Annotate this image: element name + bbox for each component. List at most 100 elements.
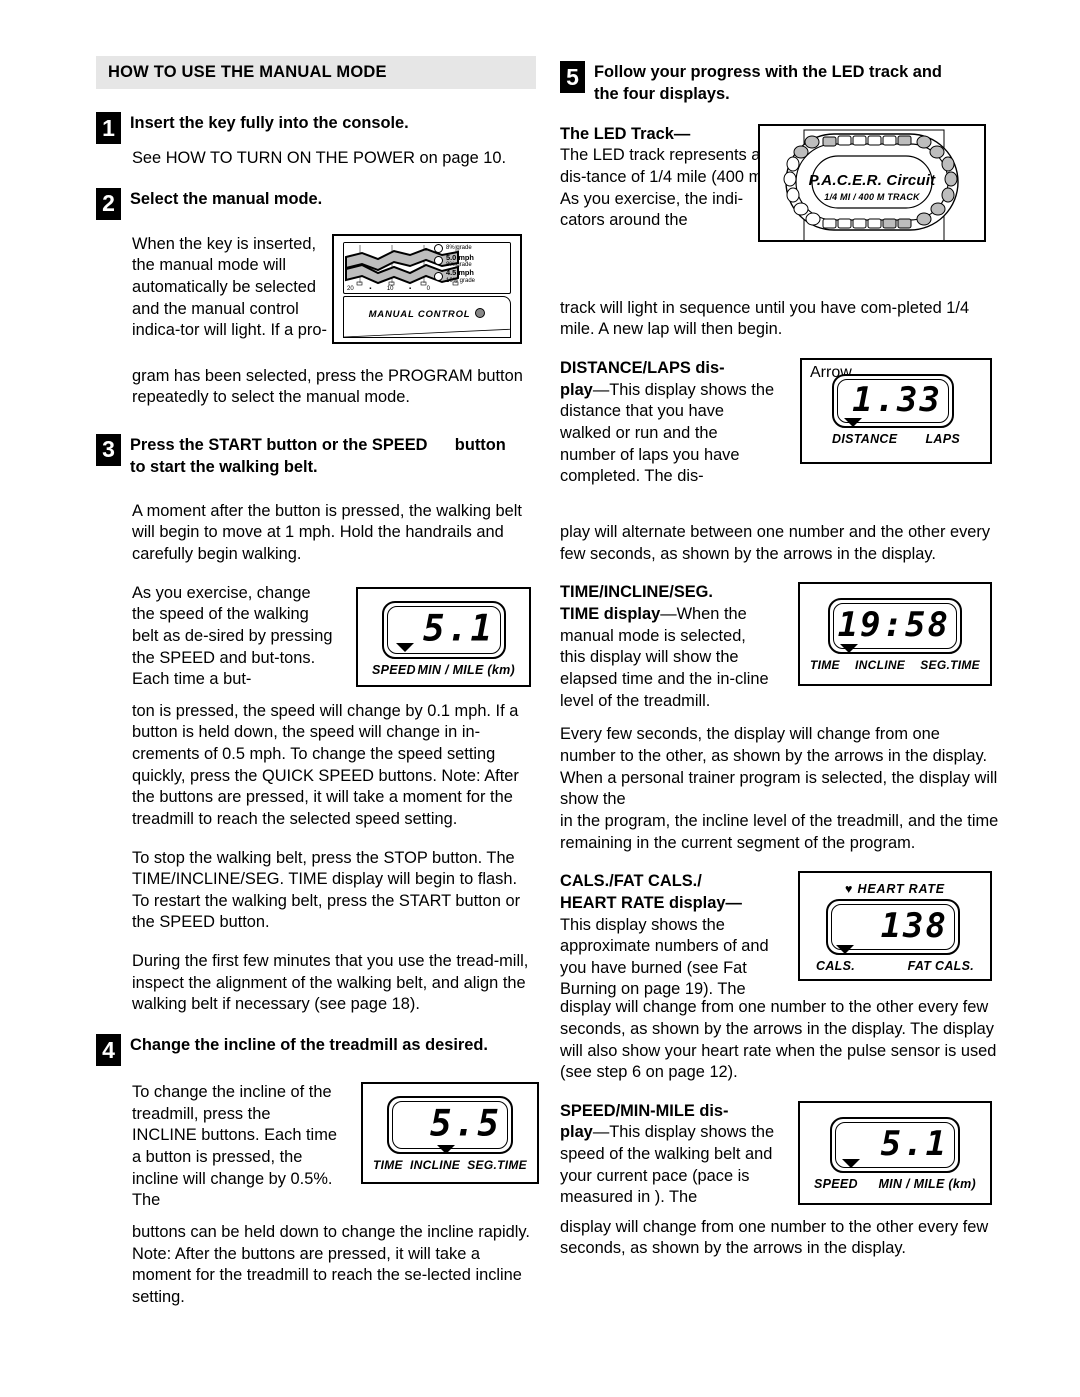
cals-lcd-label-right: FAT CALS. <box>907 959 974 974</box>
step-3-number: 3 <box>96 433 121 466</box>
step-2-body-full: gram has been selected, press the PROGRA… <box>132 366 523 407</box>
legend-dot-icon <box>434 272 443 282</box>
step-3-heading: Press the START button or the SPEED butt… <box>130 433 506 479</box>
section-title: HOW TO USE THE MANUAL MODE <box>108 63 387 81</box>
distance-lcd-arrow-icon <box>844 417 862 427</box>
manual-control-indicator-icon <box>475 307 486 318</box>
axis-tick: 10 <box>386 285 394 292</box>
speed-mm-lcd-panel: 5.1 <box>830 1116 960 1173</box>
cals-lcd-caption: CALS. FAT CALS. <box>800 959 990 973</box>
step-2-body-narrow: When the key is inserted, the manual mod… <box>132 234 327 340</box>
cals-hr-body-narrow: This display shows the approximate numbe… <box>560 915 769 956</box>
left-column: HOW TO USE THE MANUAL MODE 1 Insert the … <box>96 56 539 1326</box>
axis-tick: 0 <box>426 285 430 292</box>
time-lcd-arrow-icon <box>840 644 858 654</box>
distance-laps-subhead-2: play <box>560 380 593 399</box>
step-4-number: 4 <box>96 1034 121 1067</box>
cals-lcd-arrow-icon <box>836 945 854 955</box>
incline-lcd-label-mid: INCLINE <box>410 1158 461 1173</box>
legend-speed: 5.0 mph <box>446 252 474 262</box>
distance-laps-text: DISTANCE/LAPS dis- play—This display sho… <box>560 358 775 488</box>
distance-lcd-label-right: LAPS <box>925 431 960 446</box>
step-1-body: See HOW TO TURN ON THE POWER on page 10. <box>132 149 507 167</box>
speed-grade-legend: 8% grade 5.0 mph 8% grade 4.5 mph 10% gr… <box>434 243 508 285</box>
pacer-sub-brand: 1/4 MI / 400 M TRACK <box>824 191 920 202</box>
step-5-heading-line2: the four displays. <box>594 84 730 103</box>
cals-heart-rate-figure: ♥ HEART RATE 138 CALS. FAT CALS. <box>798 871 992 982</box>
step-4-body-narrow: To change the incline of the treadmill, … <box>132 1083 337 1210</box>
led-track-text: The LED Track— The LED track represents … <box>560 124 775 232</box>
step-5-heading-line1: Follow your progress with the LED track … <box>594 63 942 81</box>
time-incline-figure: 19:58 TIME INCLINE SEG.TIME <box>798 582 992 687</box>
speed-mm-lcd-label-left: SPEED <box>814 1176 858 1191</box>
speed-lcd-label-left: SPEED <box>372 662 416 677</box>
manual-control-row: MANUAL CONTROL <box>344 307 510 320</box>
step-5: 5 Follow your progress with the LED trac… <box>560 60 1000 106</box>
step-5-number: 5 <box>560 61 585 93</box>
legend-row: 8% grade <box>434 243 508 253</box>
incline-lcd-arrow-icon <box>437 1145 455 1155</box>
step-3-paragraph-4: During the first few minutes that you us… <box>132 952 529 1014</box>
time-lcd-value: 19:58 <box>837 605 950 646</box>
step-1-heading: Insert the key fully into the console. <box>130 114 409 132</box>
step-1: 1 Insert the key fully into the console. <box>96 111 536 144</box>
incline-lcd-label-right: SEG.TIME <box>467 1158 527 1173</box>
legend-dot-icon <box>434 243 443 253</box>
distance-laps-figure: Arrow 1.33 DISTANCE LAPS <box>800 357 992 464</box>
section-header: HOW TO USE THE MANUAL MODE <box>96 56 536 89</box>
cals-heart-rate-text: CALS./FAT CALS./ HEART RATE display— Thi… <box>560 871 775 958</box>
step-2-number: 2 <box>96 187 121 220</box>
speed-mm-lcd-label-right: MIN / MILE (km) <box>878 1176 976 1191</box>
time-lcd-panel: 19:58 <box>828 598 962 655</box>
step-3-heading-line1: Press the START button or the SPEED butt… <box>130 435 506 454</box>
time-incline-body-full-2: in the program, the incline level of the… <box>560 811 999 852</box>
step-2: 2 Select the manual mode. <box>96 187 536 220</box>
distance-lcd-panel: 1.33 <box>832 373 954 428</box>
legend-grade: 8% grade <box>446 261 472 268</box>
pacer-brand: P.A.C.E.R. Circuit <box>808 171 936 189</box>
time-lcd-label-mid: INCLINE <box>855 658 906 673</box>
incline-lcd-value: 5.5 <box>429 1103 501 1145</box>
manual-control-label: MANUAL CONTROL <box>368 308 471 320</box>
speed-mm-body-narrow: —This display shows the speed of the wal… <box>560 1123 775 1207</box>
legend-grade: 10% grade <box>446 277 476 284</box>
distance-laps-body-narrow: —This display shows the distance that yo… <box>560 380 775 486</box>
led-track-subhead: The LED Track— <box>560 124 691 143</box>
distance-lcd-label-left: DISTANCE <box>832 431 898 446</box>
speed-mm-subhead-1: SPEED/MIN-MILE dis- <box>560 1101 729 1120</box>
step-3-heading-line2: to start the walking belt. <box>130 457 318 476</box>
incline-display-figure: 5.5 TIME INCLINE SEG.TIME <box>361 1082 539 1185</box>
time-lcd-label-left: TIME <box>810 658 840 673</box>
graph-axis: 20 ▪ 10 ▪ 0 <box>347 286 430 292</box>
cals-hr-subhead-2: HEART RATE display— <box>560 893 742 912</box>
heart-rate-label: HEART RATE <box>857 882 945 897</box>
speed-mm-lcd-arrow-icon <box>842 1158 860 1168</box>
speed-lcd-arrow-icon <box>396 642 414 652</box>
console-figure: 8% grade 5.0 mph 8% grade 4.5 mph 10% gr… <box>332 233 522 344</box>
axis-tick: ▪ <box>369 285 372 292</box>
led-track-body-narrow: The LED track represents a dis-tance of … <box>560 146 773 230</box>
legend-speed: 4.5 mph <box>446 268 474 278</box>
step-5-heading: Follow your progress with the LED track … <box>594 60 942 106</box>
speed-min-mile-text: SPEED/MIN-MILE dis- play—This display sh… <box>560 1101 775 1209</box>
distance-lcd-caption: DISTANCE LAPS <box>802 432 990 446</box>
step-4: 4 Change the incline of the treadmill as… <box>96 1033 536 1067</box>
step-3: 3 Press the START button or the SPEED bu… <box>96 433 536 479</box>
heart-icon: ♥ <box>845 882 854 897</box>
incline-lcd-label-left: TIME <box>373 1158 403 1173</box>
incline-lcd-panel: 5.5 <box>387 1096 513 1155</box>
axis-tick: 20 <box>347 285 354 292</box>
console-edge-line <box>344 328 510 337</box>
cals-hr-body-narrow-2: you have burned (see Fat Burning on page… <box>560 958 747 999</box>
speed-lcd-caption: SPEED MIN / MILE (km) <box>358 663 529 677</box>
step-3-paragraph-2-full: ton is pressed, the speed will change by… <box>132 701 519 828</box>
step-3-paragraph-1: A moment after the button is pressed, th… <box>132 501 522 563</box>
distance-lcd-value: 1.33 <box>852 380 942 421</box>
incline-lcd-caption: TIME INCLINE SEG.TIME <box>363 1158 537 1172</box>
step-3-paragraph-2-narrow: As you exercise, change the speed of the… <box>132 583 333 689</box>
led-track-body-full: track will light in sequence until you h… <box>560 298 970 339</box>
time-incline-text: TIME/INCLINE/SEG. TIME display—When the … <box>560 582 775 712</box>
step-1-number: 1 <box>96 112 121 144</box>
workout-profile-graph: 8% grade 5.0 mph 8% grade 4.5 mph 10% gr… <box>343 241 511 294</box>
speed-lcd-label-right: MIN / MILE (km) <box>417 662 515 677</box>
